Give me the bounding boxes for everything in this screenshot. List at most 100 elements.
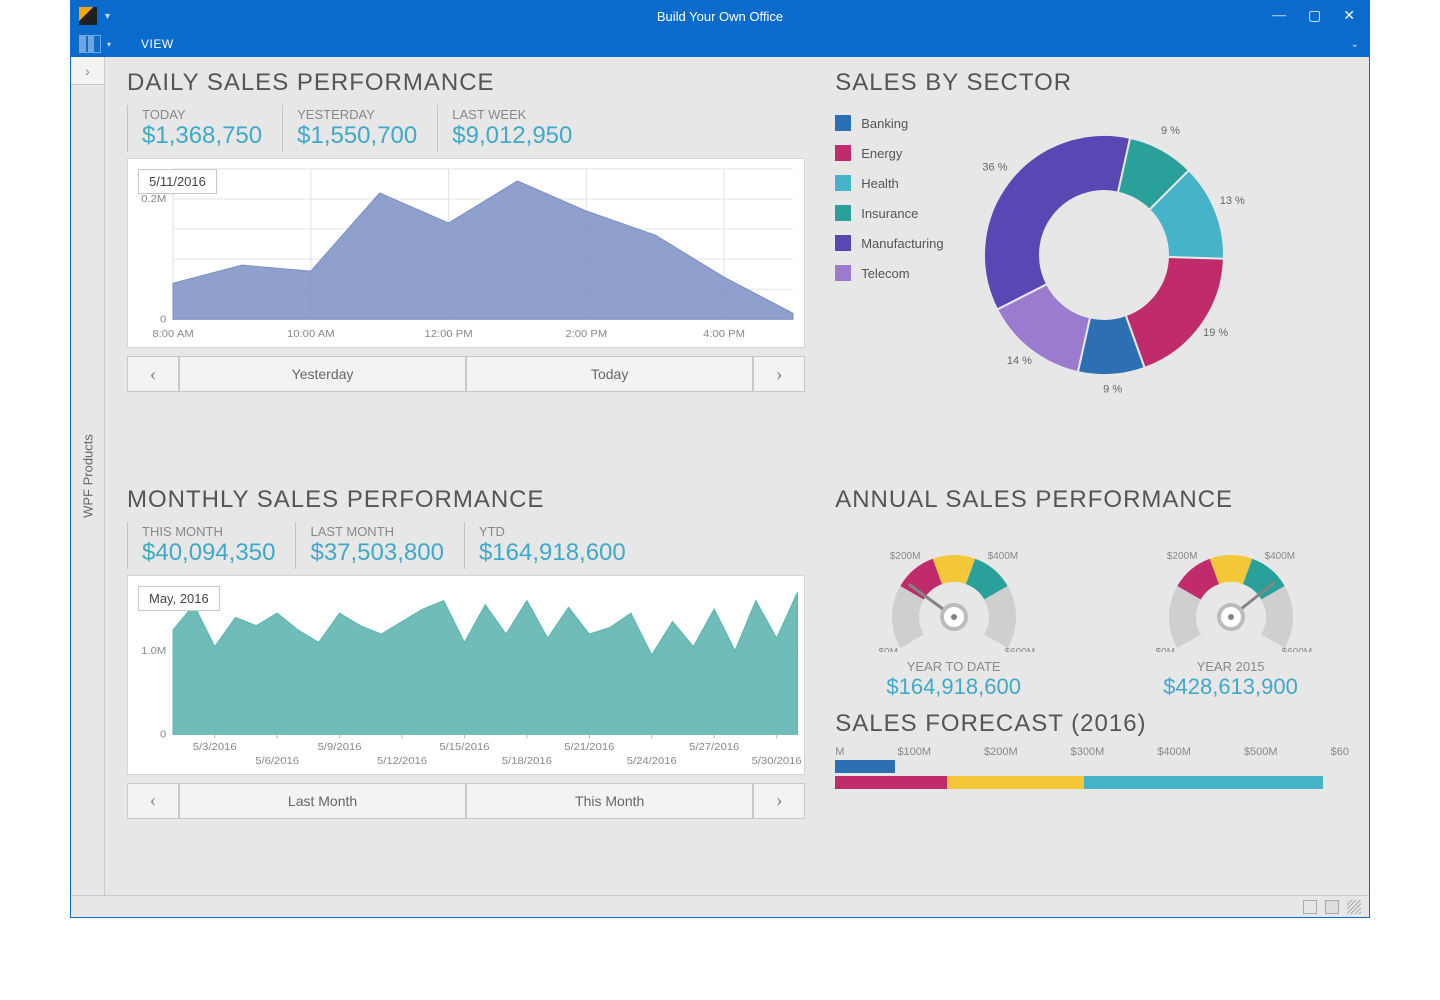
axis-tick: M [835, 746, 844, 758]
svg-text:4:00 PM: 4:00 PM [703, 329, 745, 340]
axis-tick: $200M [984, 746, 1018, 758]
svg-text:13 %: 13 % [1219, 195, 1244, 207]
ribbon-bar: ▾ VIEW ⌄ [71, 31, 1369, 57]
gauge-label: YEAR 2015 [1112, 659, 1349, 674]
legend-item[interactable]: Health [835, 175, 943, 191]
svg-text:5/18/2016: 5/18/2016 [502, 755, 552, 766]
qat-icon[interactable] [79, 35, 101, 53]
metric-label: LAST WEEK [452, 107, 572, 122]
daily-metrics: TODAY$1,368,750 YESTERDAY$1,550,700 LAST… [127, 105, 805, 152]
pager-yesterday-button[interactable]: Yesterday [179, 356, 466, 392]
svg-text:5/9/2016: 5/9/2016 [318, 741, 362, 752]
legend-label: Manufacturing [861, 236, 943, 251]
pager-lastmonth-button[interactable]: Last Month [179, 783, 466, 819]
svg-text:12:00 PM: 12:00 PM [424, 329, 472, 340]
svg-text:5/27/2016: 5/27/2016 [689, 741, 739, 752]
svg-text:$0M: $0M [1155, 647, 1174, 652]
view-reading-icon[interactable] [1325, 900, 1339, 914]
ribbon-expand-button[interactable]: ⌄ [1351, 39, 1359, 50]
heading-monthly: MONTHLY SALES PERFORMANCE [127, 486, 805, 514]
legend-swatch [835, 235, 851, 251]
daily-chart[interactable]: 5/11/2016 8:00 AM 10:00 AM 12:00 PM 2:00 PM… [127, 158, 805, 348]
legend-swatch [835, 115, 851, 131]
metric-value: $37,503,800 [310, 539, 443, 567]
legend-item[interactable]: Energy [835, 145, 943, 161]
legend-label: Energy [861, 146, 902, 161]
metric-value: $40,094,350 [142, 539, 275, 567]
gauge-value: $164,918,600 [835, 674, 1072, 700]
app-window: ▼ Build Your Own Office ― ▢ ✕ ▾ VIEW ⌄ ›… [70, 0, 1370, 918]
metric-label: LAST MONTH [310, 524, 443, 539]
pager-today-button[interactable]: Today [466, 356, 753, 392]
legend-swatch [835, 175, 851, 191]
panel-monthly-sales: MONTHLY SALES PERFORMANCE THIS MONTH$40,… [127, 486, 805, 886]
metric-value: $1,550,700 [297, 122, 417, 150]
legend-label: Health [861, 176, 899, 191]
legend-item[interactable]: Banking [835, 115, 943, 131]
axis-tick: $400M [1157, 746, 1191, 758]
pager-thismonth-button[interactable]: This Month [466, 783, 753, 819]
legend-item[interactable]: Insurance [835, 205, 943, 221]
forecast-axis: M $100M $200M $300M $400M $500M $60 [835, 746, 1349, 758]
axis-tick: $100M [897, 746, 931, 758]
axis-tick: $300M [1071, 746, 1105, 758]
svg-text:$0M: $0M [878, 647, 897, 652]
legend-label: Banking [861, 116, 908, 131]
sidebar: › WPF Products [71, 57, 105, 895]
view-normal-icon[interactable] [1303, 900, 1317, 914]
chart-tooltip: 5/11/2016 [138, 169, 217, 194]
content-area: › WPF Products DAILY SALES PERFORMANCE T… [71, 57, 1369, 895]
ribbon-tab-view[interactable]: VIEW [141, 37, 174, 51]
sector-donut[interactable]: 13 %19 %9 %14 %36 %9 % [954, 105, 1254, 405]
svg-text:2:00 PM: 2:00 PM [565, 329, 607, 340]
chevron-down-icon[interactable]: ▾ [107, 40, 111, 49]
svg-text:$400M: $400M [987, 550, 1018, 561]
pager-prev-button[interactable]: ‹ [127, 356, 179, 392]
forecast-chart[interactable] [835, 760, 1349, 789]
status-bar [71, 895, 1369, 917]
axis-tick: $60 [1331, 746, 1349, 758]
svg-text:$200M: $200M [1166, 550, 1197, 561]
heading-daily: DAILY SALES PERFORMANCE [127, 69, 805, 97]
resize-grip-icon[interactable] [1347, 900, 1361, 914]
minimize-button[interactable]: ― [1272, 8, 1286, 25]
metric-value: $9,012,950 [452, 122, 572, 150]
legend-item[interactable]: Telecom [835, 265, 943, 281]
sidebar-label[interactable]: WPF Products [80, 434, 95, 518]
metric-value: $1,368,750 [142, 122, 262, 150]
metric-label: THIS MONTH [142, 524, 275, 539]
heading-sector: SALES BY SECTOR [835, 69, 1349, 97]
monthly-chart[interactable]: May, 2016 1.0M05/3/20165/6/20165/9/20165… [127, 575, 805, 775]
gauge-value: $428,613,900 [1112, 674, 1349, 700]
panel-daily-sales: DAILY SALES PERFORMANCE TODAY$1,368,750 … [127, 69, 805, 472]
svg-text:8:00 AM: 8:00 AM [152, 329, 193, 340]
maximize-button[interactable]: ▢ [1308, 8, 1321, 25]
svg-text:5/30/2016: 5/30/2016 [752, 755, 802, 766]
legend-swatch [835, 205, 851, 221]
svg-text:14 %: 14 % [1006, 355, 1031, 367]
pager-next-button[interactable]: › [753, 783, 805, 819]
heading-annual: ANNUAL SALES PERFORMANCE [835, 486, 1349, 514]
forecast-bar [835, 776, 1349, 789]
svg-text:$400M: $400M [1264, 550, 1295, 561]
svg-text:9 %: 9 % [1161, 125, 1180, 137]
svg-text:$600M: $600M [1281, 647, 1312, 652]
svg-text:5/3/2016: 5/3/2016 [193, 741, 237, 752]
svg-text:1.0M: 1.0M [141, 645, 166, 656]
sector-legend: Banking Energy Health Insurance Manufacturin… [835, 105, 943, 281]
svg-text:10:00 AM: 10:00 AM [287, 329, 335, 340]
dashboard: DAILY SALES PERFORMANCE TODAY$1,368,750 … [105, 57, 1369, 895]
sidebar-toggle[interactable]: › [71, 57, 104, 85]
panel-forecast: SALES FORECAST (2016) M $100M $200M $300M $4… [835, 710, 1349, 789]
pager-prev-button[interactable]: ‹ [127, 783, 179, 819]
close-button[interactable]: ✕ [1343, 8, 1355, 25]
forecast-bar [835, 760, 1349, 773]
legend-label: Telecom [861, 266, 909, 281]
axis-tick: $500M [1244, 746, 1278, 758]
svg-text:0: 0 [160, 314, 166, 325]
legend-item[interactable]: Manufacturing [835, 235, 943, 251]
title-bar: ▼ Build Your Own Office ― ▢ ✕ [71, 1, 1369, 31]
pager-next-button[interactable]: › [753, 356, 805, 392]
svg-text:9 %: 9 % [1103, 384, 1122, 396]
heading-forecast: SALES FORECAST (2016) [835, 710, 1349, 738]
